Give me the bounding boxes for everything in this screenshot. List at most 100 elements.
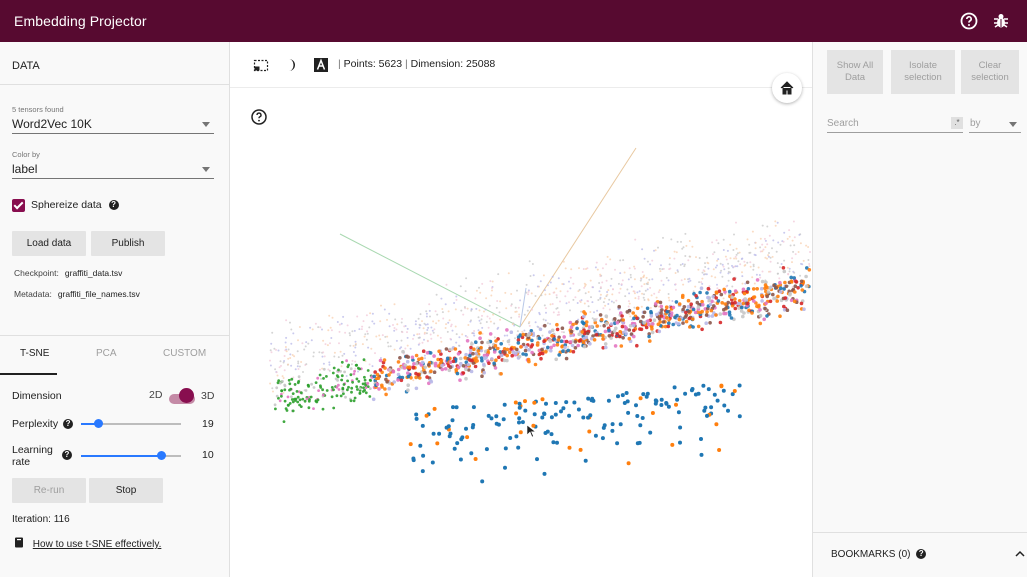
data-point	[439, 336, 442, 339]
data-point	[607, 289, 610, 292]
data-point	[480, 358, 484, 363]
data-point	[596, 268, 599, 271]
data-point	[548, 330, 552, 334]
isolate-selection-button[interactable]: Isolate selection	[891, 50, 955, 94]
data-point	[807, 268, 812, 272]
data-point	[328, 361, 331, 364]
data-point	[280, 389, 283, 393]
data-point	[601, 281, 604, 284]
tab-tsne[interactable]: T-SNE	[20, 348, 49, 359]
data-point	[483, 356, 487, 361]
data-point	[418, 376, 422, 380]
regex-toggle[interactable]: .*	[951, 117, 963, 129]
show-all-data-button[interactable]: Show All Data	[827, 50, 883, 94]
help-icon[interactable]: ?	[62, 450, 72, 460]
data-point	[729, 316, 734, 320]
data-point	[472, 332, 475, 335]
data-point	[289, 321, 291, 324]
publish-button[interactable]: Publish	[91, 231, 165, 256]
sphereize-checkbox[interactable]	[12, 199, 25, 212]
data-point	[632, 316, 636, 321]
help-icon[interactable]: ?	[63, 419, 74, 430]
data-point	[406, 344, 409, 347]
search-by-select[interactable]: by	[969, 114, 1021, 133]
data-point	[269, 349, 272, 352]
data-point	[428, 309, 431, 312]
perplexity-row: Perplexity ?	[12, 418, 74, 430]
search-input[interactable]: Search .*	[827, 114, 963, 133]
tab-pca[interactable]: PCA	[96, 348, 117, 359]
data-point	[482, 370, 486, 375]
data-point	[671, 322, 675, 327]
data-point	[533, 362, 538, 367]
tab-custom[interactable]: CUSTOM	[163, 348, 206, 359]
data-point	[653, 292, 656, 295]
data-point	[470, 308, 473, 311]
data-point	[474, 340, 478, 344]
data-point	[353, 396, 357, 400]
tsne-help-link[interactable]: How to use t-SNE effectively.	[33, 539, 162, 550]
data-point	[741, 287, 746, 292]
select-box-icon[interactable]	[253, 57, 269, 73]
data-point	[480, 374, 484, 379]
data-point	[606, 255, 609, 258]
help-icon[interactable]	[959, 11, 979, 31]
data-point	[340, 374, 344, 378]
data-point	[428, 351, 433, 355]
color-by-select[interactable]: label	[12, 159, 214, 179]
data-point	[300, 361, 303, 363]
data-point	[683, 315, 688, 319]
data-point	[532, 412, 537, 417]
data-point	[688, 277, 691, 280]
data-point	[658, 267, 661, 270]
data-point	[529, 275, 532, 277]
data-point	[462, 313, 465, 316]
night-mode-icon[interactable]	[283, 57, 299, 73]
clear-selection-button[interactable]: Clear selection	[961, 50, 1019, 94]
embedding-scatter-plot[interactable]	[230, 88, 812, 577]
data-point	[514, 434, 519, 439]
data-point	[642, 310, 647, 315]
rerun-button[interactable]: Re-run	[12, 478, 86, 503]
bookmarks-panel[interactable]: BOOKMARKS (0) ?	[813, 532, 1027, 577]
perplexity-slider-knob[interactable]	[93, 419, 103, 428]
help-icon[interactable]: ?	[916, 549, 927, 560]
data-point	[634, 297, 637, 300]
data-point	[587, 291, 590, 293]
learning-rate-slider-knob[interactable]	[156, 451, 166, 460]
data-point	[491, 280, 494, 283]
data-point	[475, 307, 478, 310]
data-point	[591, 317, 594, 320]
data-point	[477, 329, 480, 332]
data-point	[727, 267, 730, 270]
labels-toggle-icon[interactable]	[313, 57, 329, 73]
data-point	[555, 307, 558, 310]
data-point	[760, 279, 765, 284]
help-icon[interactable]: ?	[108, 200, 119, 211]
data-point	[772, 239, 775, 242]
chevron-up-icon[interactable]	[1014, 547, 1026, 559]
data-point	[559, 339, 564, 343]
data-point	[502, 347, 507, 351]
dimension-toggle-knob[interactable]	[179, 388, 194, 403]
tensor-select[interactable]: Word2Vec 10K	[12, 114, 214, 134]
data-point	[275, 348, 277, 351]
axis-line	[519, 287, 527, 328]
data-point	[739, 263, 742, 266]
bug-icon[interactable]	[991, 11, 1011, 31]
data-point	[630, 285, 633, 288]
data-point	[589, 311, 592, 313]
canvas-help-icon[interactable]	[250, 108, 268, 126]
data-point	[715, 398, 720, 403]
data-point	[491, 287, 493, 289]
load-data-button[interactable]: Load data	[12, 231, 86, 256]
data-point	[549, 415, 554, 420]
data-point	[453, 302, 456, 304]
reset-view-button[interactable]	[772, 73, 802, 103]
data-point	[687, 316, 691, 321]
data-point	[488, 344, 491, 347]
data-point	[782, 269, 787, 274]
stop-button[interactable]: Stop	[89, 478, 163, 503]
data-point	[637, 295, 640, 298]
data-point	[540, 294, 543, 297]
